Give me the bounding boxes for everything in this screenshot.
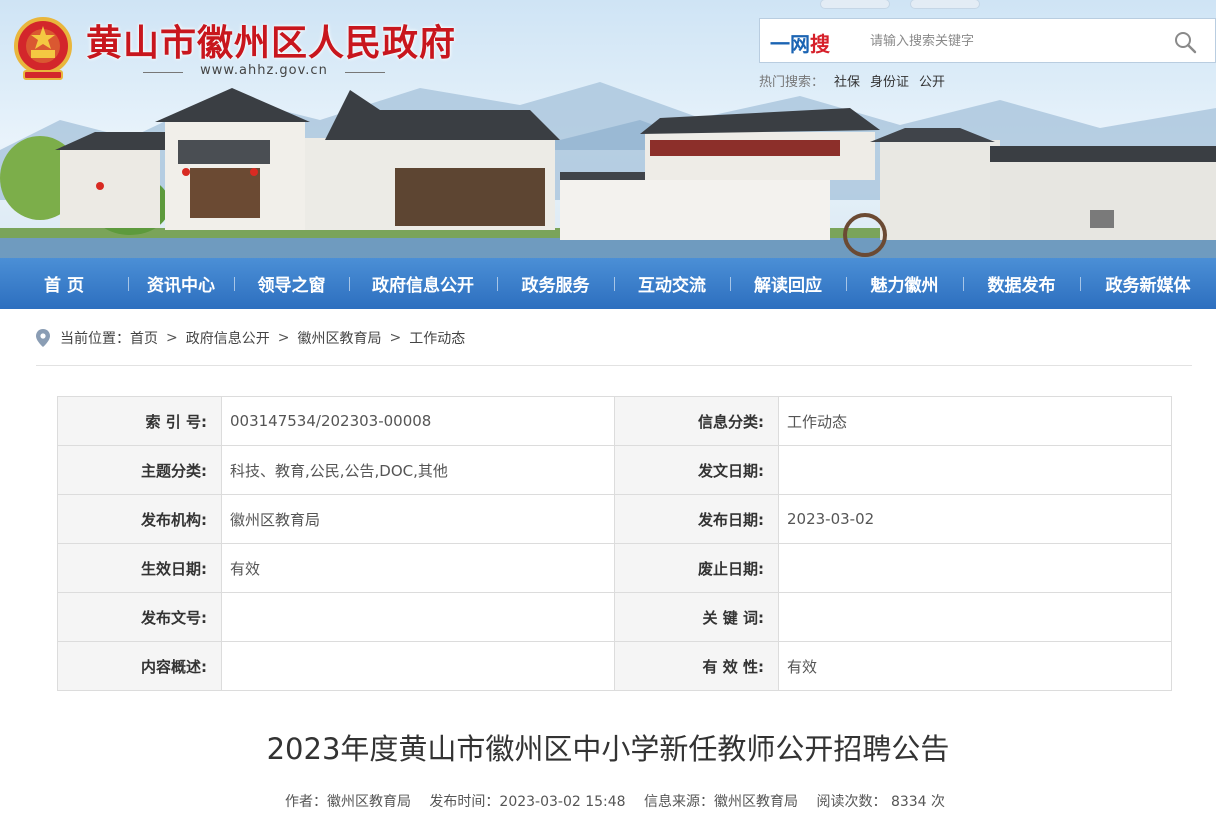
info-key: 内容概述: (57, 641, 222, 691)
info-key: 主题分类: (57, 445, 222, 495)
table-row: 主题分类: 科技、教育,公民,公告,DOC,其他 发文日期: (57, 445, 1172, 495)
info-value (221, 641, 615, 691)
hot-search-label: 热门搜索： (759, 75, 825, 90)
hot-search-term[interactable]: 公开 (919, 75, 945, 90)
site-title[interactable]: 黄山市徽州区人民政府 (86, 14, 456, 66)
info-value (778, 543, 1172, 593)
main-navigation: 首 页 资讯中心 领导之窗 政府信息公开 政务服务 互动交流 解读回应 魅力徽州… (0, 258, 1216, 309)
info-key: 发布日期: (614, 494, 779, 544)
nav-item-home[interactable]: 首 页 (0, 258, 128, 309)
hot-search: 热门搜索： 社保 身份证 公开 (759, 71, 945, 90)
top-utility-links (820, 0, 1000, 9)
info-value: 徽州区教育局 (221, 494, 615, 544)
location-pin-icon (36, 329, 50, 347)
nav-item-interaction[interactable]: 互动交流 (614, 258, 730, 309)
info-key: 关 键 词: (614, 592, 779, 642)
breadcrumb-separator: > (166, 330, 178, 346)
breadcrumb-separator: > (277, 330, 290, 346)
article-views: 阅读次数： 8334 次 (816, 794, 946, 810)
table-row: 索 引 号: 003147534/202303-00008 信息分类: 工作动态 (57, 396, 1172, 446)
breadcrumb-info-disclosure[interactable]: 政府信息公开 (186, 328, 270, 348)
breadcrumb-work-news[interactable]: 工作动态 (409, 328, 465, 348)
nav-item-new-media[interactable]: 政务新媒体 (1080, 258, 1216, 309)
article-meta: 作者：徽州区教育局 发布时间：2023-03-02 15:48 信息来源：徽州区… (0, 791, 1216, 811)
breadcrumb-separator: > (389, 330, 402, 346)
article-title: 2023年度黄山市徽州区中小学新任教师公开招聘公告 (266, 732, 950, 766)
info-value (778, 445, 1172, 495)
info-value (778, 592, 1172, 642)
nav-item-charm-huizhou[interactable]: 魅力徽州 (846, 258, 963, 309)
table-row: 生效日期: 有效 废止日期: (57, 543, 1172, 593)
search-box: 一网搜 (759, 18, 1216, 63)
article-source: 信息来源：徽州区教育局 (644, 794, 799, 810)
info-value: 003147534/202303-00008 (221, 396, 615, 446)
breadcrumb-home[interactable]: 首页 (130, 328, 158, 348)
site-url-text: www.ahhz.gov.cn (200, 63, 328, 78)
table-row: 发布文号: 关 键 词: (57, 592, 1172, 642)
nav-item-leaders[interactable]: 领导之窗 (234, 258, 349, 309)
info-value: 科技、教育,公民,公告,DOC,其他 (221, 445, 615, 495)
hot-search-term[interactable]: 社保 (834, 75, 860, 90)
document-info-table: 索 引 号: 003147534/202303-00008 信息分类: 工作动态… (57, 396, 1172, 691)
hot-search-term[interactable]: 身份证 (870, 75, 909, 90)
table-row: 内容概述: 有 效 性: 有效 (57, 641, 1172, 691)
table-row: 发布机构: 徽州区教育局 发布日期: 2023-03-02 (57, 494, 1172, 544)
nav-item-interpretation[interactable]: 解读回应 (730, 258, 846, 309)
nav-item-data-release[interactable]: 数据发布 (963, 258, 1080, 309)
info-value (221, 592, 615, 642)
breadcrumb-label: 当前位置： (60, 331, 130, 347)
search-brand-blue: 一网 (770, 32, 810, 56)
nav-item-gov-services[interactable]: 政务服务 (497, 258, 614, 309)
info-key: 索 引 号: (57, 396, 222, 446)
info-value: 2023-03-02 (778, 494, 1172, 544)
header-banner: 黄山市徽州区人民政府 www.ahhz.gov.cn 一网搜 热门搜索： 社保身份… (0, 0, 1216, 258)
search-brand-red: 搜 (810, 32, 830, 56)
national-emblem-icon (14, 17, 72, 80)
article-publish-time: 发布时间：2023-03-02 15:48 (429, 794, 626, 810)
breadcrumb-divider (36, 365, 1192, 366)
breadcrumb: 当前位置： 首页 > 政府信息公开 > 徽州区教育局 > 工作动态 (36, 324, 465, 352)
info-key: 发文日期: (614, 445, 779, 495)
site-url: www.ahhz.gov.cn (143, 63, 385, 81)
info-value: 有效 (221, 543, 615, 593)
breadcrumb-education-bureau[interactable]: 徽州区教育局 (297, 328, 381, 348)
search-icon[interactable] (1173, 30, 1197, 54)
nav-item-info-disclosure[interactable]: 政府信息公开 (349, 258, 497, 309)
search-brand-logo: 一网搜 (770, 28, 830, 57)
info-key: 发布文号: (57, 592, 222, 642)
info-value: 工作动态 (778, 396, 1172, 446)
info-key: 生效日期: (57, 543, 222, 593)
info-key: 发布机构: (57, 494, 222, 544)
search-input[interactable] (870, 27, 1160, 55)
info-key: 信息分类: (614, 396, 779, 446)
info-key: 有 效 性: (614, 641, 779, 691)
nav-item-news[interactable]: 资讯中心 (128, 258, 234, 309)
info-key: 废止日期: (614, 543, 779, 593)
article-author: 作者：徽州区教育局 (284, 794, 411, 810)
info-value: 有效 (778, 641, 1172, 691)
